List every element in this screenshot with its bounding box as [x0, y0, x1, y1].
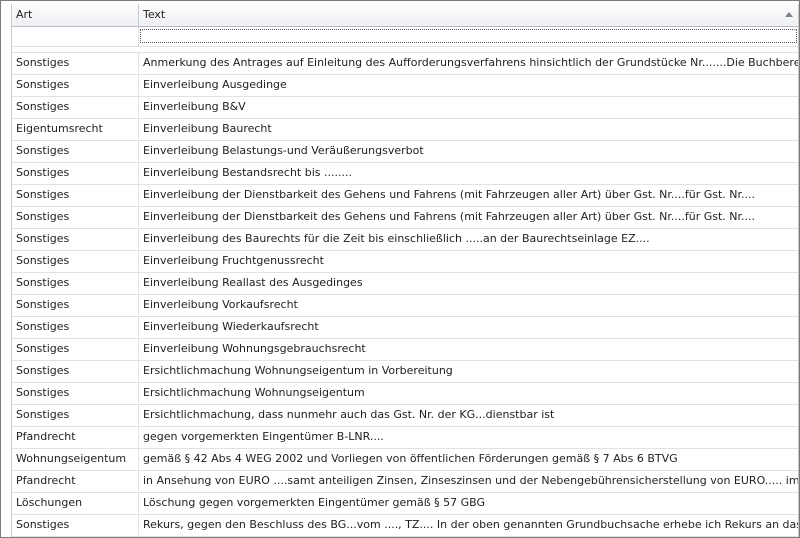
cell-text[interactable]: Ersichtlichmachung Wohnungseigentum: [139, 383, 798, 403]
cell-art[interactable]: Sonstiges: [12, 185, 139, 205]
filter-cell-art[interactable]: [12, 27, 139, 46]
cell-text[interactable]: Einverleibung Vorkaufsrecht: [139, 295, 798, 315]
cell-art[interactable]: Sonstiges: [12, 273, 139, 293]
cell-text[interactable]: Einverleibung Ausgedinge: [139, 75, 798, 95]
table-row[interactable]: Sonstiges Einverleibung der Dienstbarkeit…: [12, 185, 798, 207]
table-row[interactable]: Sonstiges Anmerkung des Antrages auf Einl…: [12, 53, 798, 75]
cell-text[interactable]: Einverleibung Reallast des Ausgedinges: [139, 273, 798, 293]
table-row[interactable]: Sonstiges Einverleibung des Baurechts für…: [12, 229, 798, 251]
cell-art[interactable]: Sonstiges: [12, 405, 139, 425]
cell-text[interactable]: Einverleibung der Dienstbarkeit des Gehe…: [139, 207, 798, 227]
cell-art[interactable]: Löschungen: [12, 493, 139, 513]
grid-header: Art Text: [12, 4, 798, 27]
grid-body: Sonstiges Anmerkung des Antrages auf Einl…: [12, 53, 798, 537]
table-row[interactable]: Sonstiges Einverleibung Belastungs-und Ve…: [12, 141, 798, 163]
cell-art[interactable]: Sonstiges: [12, 97, 139, 117]
column-header-art[interactable]: Art: [12, 4, 139, 26]
cell-text[interactable]: Einverleibung Wiederkaufsrecht: [139, 317, 798, 337]
table-row[interactable]: Pfandrecht gegen vorgemerkten Eingentümer…: [12, 427, 798, 449]
cell-text[interactable]: Ersichtlichmachung, dass nunmehr auch da…: [139, 405, 798, 425]
cell-art[interactable]: Eigentumsrecht: [12, 119, 139, 139]
cell-text[interactable]: Rekurs, gegen den Beschluss des BG...vom…: [139, 515, 798, 535]
cell-text[interactable]: Löschung gegen vorgemerkten Eingentümer …: [139, 493, 798, 513]
column-header-text[interactable]: Text: [139, 4, 798, 26]
table-row[interactable]: Sonstiges Einverleibung B&V: [12, 97, 798, 119]
cell-text[interactable]: Anmerkung des Antrages auf Einleitung de…: [139, 53, 798, 73]
cell-art[interactable]: Sonstiges: [12, 383, 139, 403]
cell-text[interactable]: Einverleibung Bestandsrecht bis ........: [139, 163, 798, 183]
cell-text[interactable]: Einverleibung B&V: [139, 97, 798, 117]
table-row[interactable]: Eigentumsrecht Einverleibung Baurecht: [12, 119, 798, 141]
cell-text[interactable]: Einverleibung Belastungs-und Veräußerung…: [139, 141, 798, 161]
cell-art[interactable]: Sonstiges: [12, 163, 139, 183]
cell-art[interactable]: Wohnungseigentum: [12, 449, 139, 469]
cell-art[interactable]: Sonstiges: [12, 207, 139, 227]
data-grid: Art Text Sonstiges Anmerkung des Antrages…: [11, 4, 799, 537]
table-row[interactable]: Sonstiges Einverleibung Wiederkaufsrecht: [12, 317, 798, 339]
cell-art[interactable]: Sonstiges: [12, 229, 139, 249]
cell-text[interactable]: Einverleibung der Dienstbarkeit des Gehe…: [139, 185, 798, 205]
cell-text[interactable]: gemäß § 42 Abs 4 WEG 2002 und Vorliegen …: [139, 449, 798, 469]
table-row[interactable]: Löschungen Löschung gegen vorgemerkten Ei…: [12, 493, 798, 515]
table-row[interactable]: Pfandrecht in Ansehung von EURO ....samt …: [12, 471, 798, 493]
column-header-text-label: Text: [143, 8, 166, 21]
table-row[interactable]: Sonstiges Ersichtlichmachung Wohnungseige…: [12, 383, 798, 405]
cell-art[interactable]: Sonstiges: [12, 141, 139, 161]
cell-text[interactable]: in Ansehung von EURO ....samt anteiligen…: [139, 471, 798, 491]
table-row[interactable]: Sonstiges Einverleibung Reallast des Ausg…: [12, 273, 798, 295]
window-frame: Art Text Sonstiges Anmerkung des Antrages…: [0, 0, 800, 538]
cell-text[interactable]: Einverleibung Fruchtgenussrecht: [139, 251, 798, 271]
cell-art[interactable]: Sonstiges: [12, 317, 139, 337]
cell-art[interactable]: Sonstiges: [12, 361, 139, 381]
filter-input-text[interactable]: [140, 29, 797, 43]
cell-art[interactable]: Pfandrecht: [12, 427, 139, 447]
table-row[interactable]: Sonstiges Einverleibung Wohnungsgebrauchs…: [12, 339, 798, 361]
cell-art[interactable]: Sonstiges: [12, 339, 139, 359]
cell-text[interactable]: Einverleibung Wohnungsgebrauchsrecht: [139, 339, 798, 359]
filter-cell-text[interactable]: [139, 27, 798, 46]
cell-text[interactable]: Einverleibung des Baurechts für die Zeit…: [139, 229, 798, 249]
table-row[interactable]: Sonstiges Einverleibung Ausgedinge: [12, 75, 798, 97]
cell-art[interactable]: Sonstiges: [12, 75, 139, 95]
table-row[interactable]: Sonstiges Einverleibung Bestandsrecht bis…: [12, 163, 798, 185]
cell-art[interactable]: Sonstiges: [12, 295, 139, 315]
table-row[interactable]: Sonstiges Ersichtlichmachung, dass nunmeh…: [12, 405, 798, 427]
filter-row: [12, 27, 798, 47]
table-row[interactable]: Sonstiges Rekurs, gegen den Beschluss des…: [12, 515, 798, 537]
cell-art[interactable]: Sonstiges: [12, 53, 139, 73]
cell-text[interactable]: Ersichtlichmachung Wohnungseigentum in V…: [139, 361, 798, 381]
cell-art[interactable]: Sonstiges: [12, 515, 139, 535]
table-row[interactable]: Sonstiges Einverleibung der Dienstbarkeit…: [12, 207, 798, 229]
cell-art[interactable]: Pfandrecht: [12, 471, 139, 491]
column-header-art-label: Art: [16, 8, 33, 21]
cell-art[interactable]: Sonstiges: [12, 251, 139, 271]
table-row[interactable]: Sonstiges Einverleibung Fruchtgenussrecht: [12, 251, 798, 273]
cell-text[interactable]: gegen vorgemerkten Eingentümer B-LNR....: [139, 427, 798, 447]
table-row[interactable]: Sonstiges Einverleibung Vorkaufsrecht: [12, 295, 798, 317]
sort-ascending-icon[interactable]: [785, 12, 793, 17]
table-row[interactable]: Sonstiges Ersichtlichmachung Wohnungseige…: [12, 361, 798, 383]
cell-text[interactable]: Einverleibung Baurecht: [139, 119, 798, 139]
table-row[interactable]: Wohnungseigentum gemäß § 42 Abs 4 WEG 200…: [12, 449, 798, 471]
